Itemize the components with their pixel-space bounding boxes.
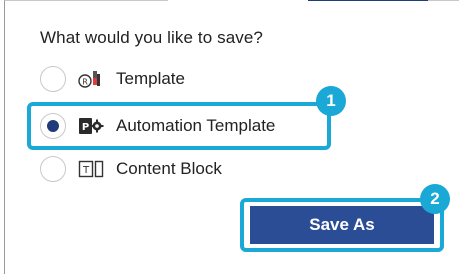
content-block-radio[interactable] [40,156,66,182]
selected-option-highlight [27,102,331,150]
template-radio[interactable] [40,66,66,92]
save-as-button[interactable]: Save As [250,206,434,244]
save-dialog: What would you like to save? R Template … [0,0,459,274]
content-block-label: Content Block [116,159,222,178]
option-template[interactable]: R Template [40,64,185,94]
option-content-block[interactable]: T Content Block [40,154,222,184]
svg-text:R: R [82,78,88,87]
svg-text:T: T [82,165,90,176]
dialog-heading: What would you like to save? [40,28,263,47]
tab-notch [168,0,308,8]
callout-badge-2: 2 [420,184,450,214]
callout-badge-1: 1 [316,86,346,116]
template-icon: R [78,68,104,90]
content-block-icon: T [78,158,104,180]
template-label: Template [116,69,185,88]
tab-edge [308,0,428,11]
